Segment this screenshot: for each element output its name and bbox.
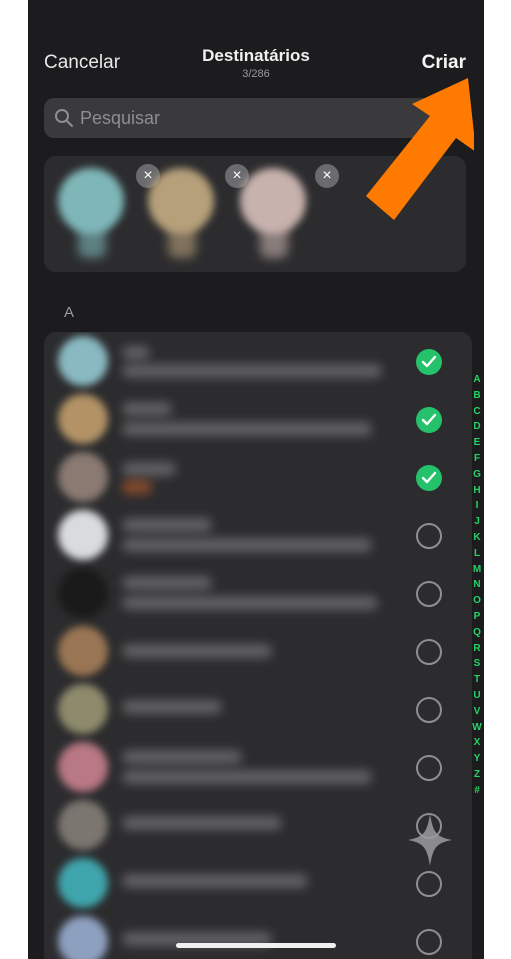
contact-name-blurred [122, 874, 308, 888]
index-letter[interactable]: U [471, 688, 483, 704]
contact-row[interactable] [44, 332, 472, 390]
selected-check-icon[interactable] [416, 465, 442, 491]
avatar [58, 742, 108, 792]
selected-check-icon[interactable] [416, 407, 442, 433]
unselected-circle-icon[interactable] [416, 697, 442, 723]
contact-name-blurred [122, 816, 282, 830]
index-letter[interactable]: A [471, 372, 483, 388]
contact-name-blurred [122, 576, 212, 590]
create-button[interactable]: Criar [422, 52, 466, 74]
contact-status-blurred [122, 538, 372, 552]
index-letter[interactable]: R [471, 641, 483, 657]
search-icon [55, 109, 73, 127]
avatar [58, 452, 108, 502]
index-letter[interactable]: X [471, 735, 483, 751]
contact-status-blurred [122, 480, 152, 494]
contact-row[interactable] [44, 390, 472, 448]
phone-screen: Cancelar Destinatários 3/286 Criar Pesqu… [28, 0, 484, 959]
avatar [58, 568, 108, 618]
index-letter[interactable]: M [471, 562, 483, 578]
unselected-circle-icon[interactable] [416, 929, 442, 955]
avatar [58, 510, 108, 560]
contact-name-blurred [122, 644, 272, 658]
contact-name-blurred [122, 750, 242, 764]
contact-row[interactable] [44, 622, 472, 680]
index-letter[interactable]: D [471, 419, 483, 435]
unselected-circle-icon[interactable] [416, 639, 442, 665]
avatar [58, 394, 108, 444]
contact-name-blurred [122, 518, 212, 532]
contact-status-blurred [122, 422, 372, 436]
index-letter[interactable]: Y [471, 751, 483, 767]
avatar [58, 916, 108, 959]
index-letter[interactable]: S [471, 656, 483, 672]
home-indicator [176, 943, 336, 948]
avatar [58, 336, 108, 386]
index-letter[interactable]: C [471, 404, 483, 420]
selected-avatar-stem [78, 218, 106, 258]
index-letter[interactable]: J [471, 514, 483, 530]
contact-name-blurred [122, 402, 172, 416]
index-letter[interactable]: Z [471, 767, 483, 783]
contact-name-blurred [122, 700, 222, 714]
unselected-circle-icon[interactable] [416, 523, 442, 549]
status-bar-area [28, 0, 484, 20]
avatar [58, 684, 108, 734]
selected-avatar-stem [168, 218, 196, 258]
contact-name-blurred [122, 346, 150, 360]
index-letter[interactable]: O [471, 593, 483, 609]
orange-arrow-icon [366, 78, 474, 220]
contact-row[interactable] [44, 912, 472, 959]
index-letter[interactable]: H [471, 483, 483, 499]
contact-status-blurred [122, 364, 382, 378]
index-letter[interactable]: L [471, 546, 483, 562]
unselected-circle-icon[interactable] [416, 871, 442, 897]
avatar [58, 858, 108, 908]
index-letter[interactable]: B [471, 388, 483, 404]
page-title: Destinatários [202, 46, 310, 65]
index-letter[interactable]: T [471, 672, 483, 688]
index-letter[interactable]: W [471, 720, 483, 736]
index-letter[interactable]: F [471, 451, 483, 467]
selected-avatar-stem [260, 218, 288, 258]
index-letter[interactable]: G [471, 467, 483, 483]
selected-check-icon[interactable] [416, 349, 442, 375]
avatar [58, 626, 108, 676]
contact-status-blurred [122, 596, 378, 610]
unselected-circle-icon[interactable] [416, 755, 442, 781]
index-letter[interactable]: Q [471, 625, 483, 641]
section-header: A [64, 304, 75, 321]
contact-row[interactable] [44, 680, 472, 738]
avatar [58, 800, 108, 850]
unselected-circle-icon[interactable] [416, 581, 442, 607]
index-letter[interactable]: E [471, 435, 483, 451]
alphabet-index[interactable]: A B C D E F G H I J K L M N O P Q R S T … [471, 372, 483, 799]
index-letter[interactable]: V [471, 704, 483, 720]
index-letter[interactable]: # [471, 783, 483, 799]
index-letter[interactable]: P [471, 609, 483, 625]
index-letter[interactable]: I [471, 498, 483, 514]
contact-status-blurred [122, 770, 372, 784]
index-letter[interactable]: K [471, 530, 483, 546]
index-letter[interactable]: N [471, 577, 483, 593]
contact-row[interactable] [44, 564, 472, 622]
contact-row[interactable] [44, 448, 472, 506]
remove-recipient-button[interactable]: × [315, 164, 339, 188]
search-placeholder: Pesquisar [80, 108, 161, 128]
sparkle-icon [408, 814, 452, 866]
contact-name-blurred [122, 462, 176, 476]
contact-row[interactable] [44, 506, 472, 564]
contact-row[interactable] [44, 738, 472, 796]
